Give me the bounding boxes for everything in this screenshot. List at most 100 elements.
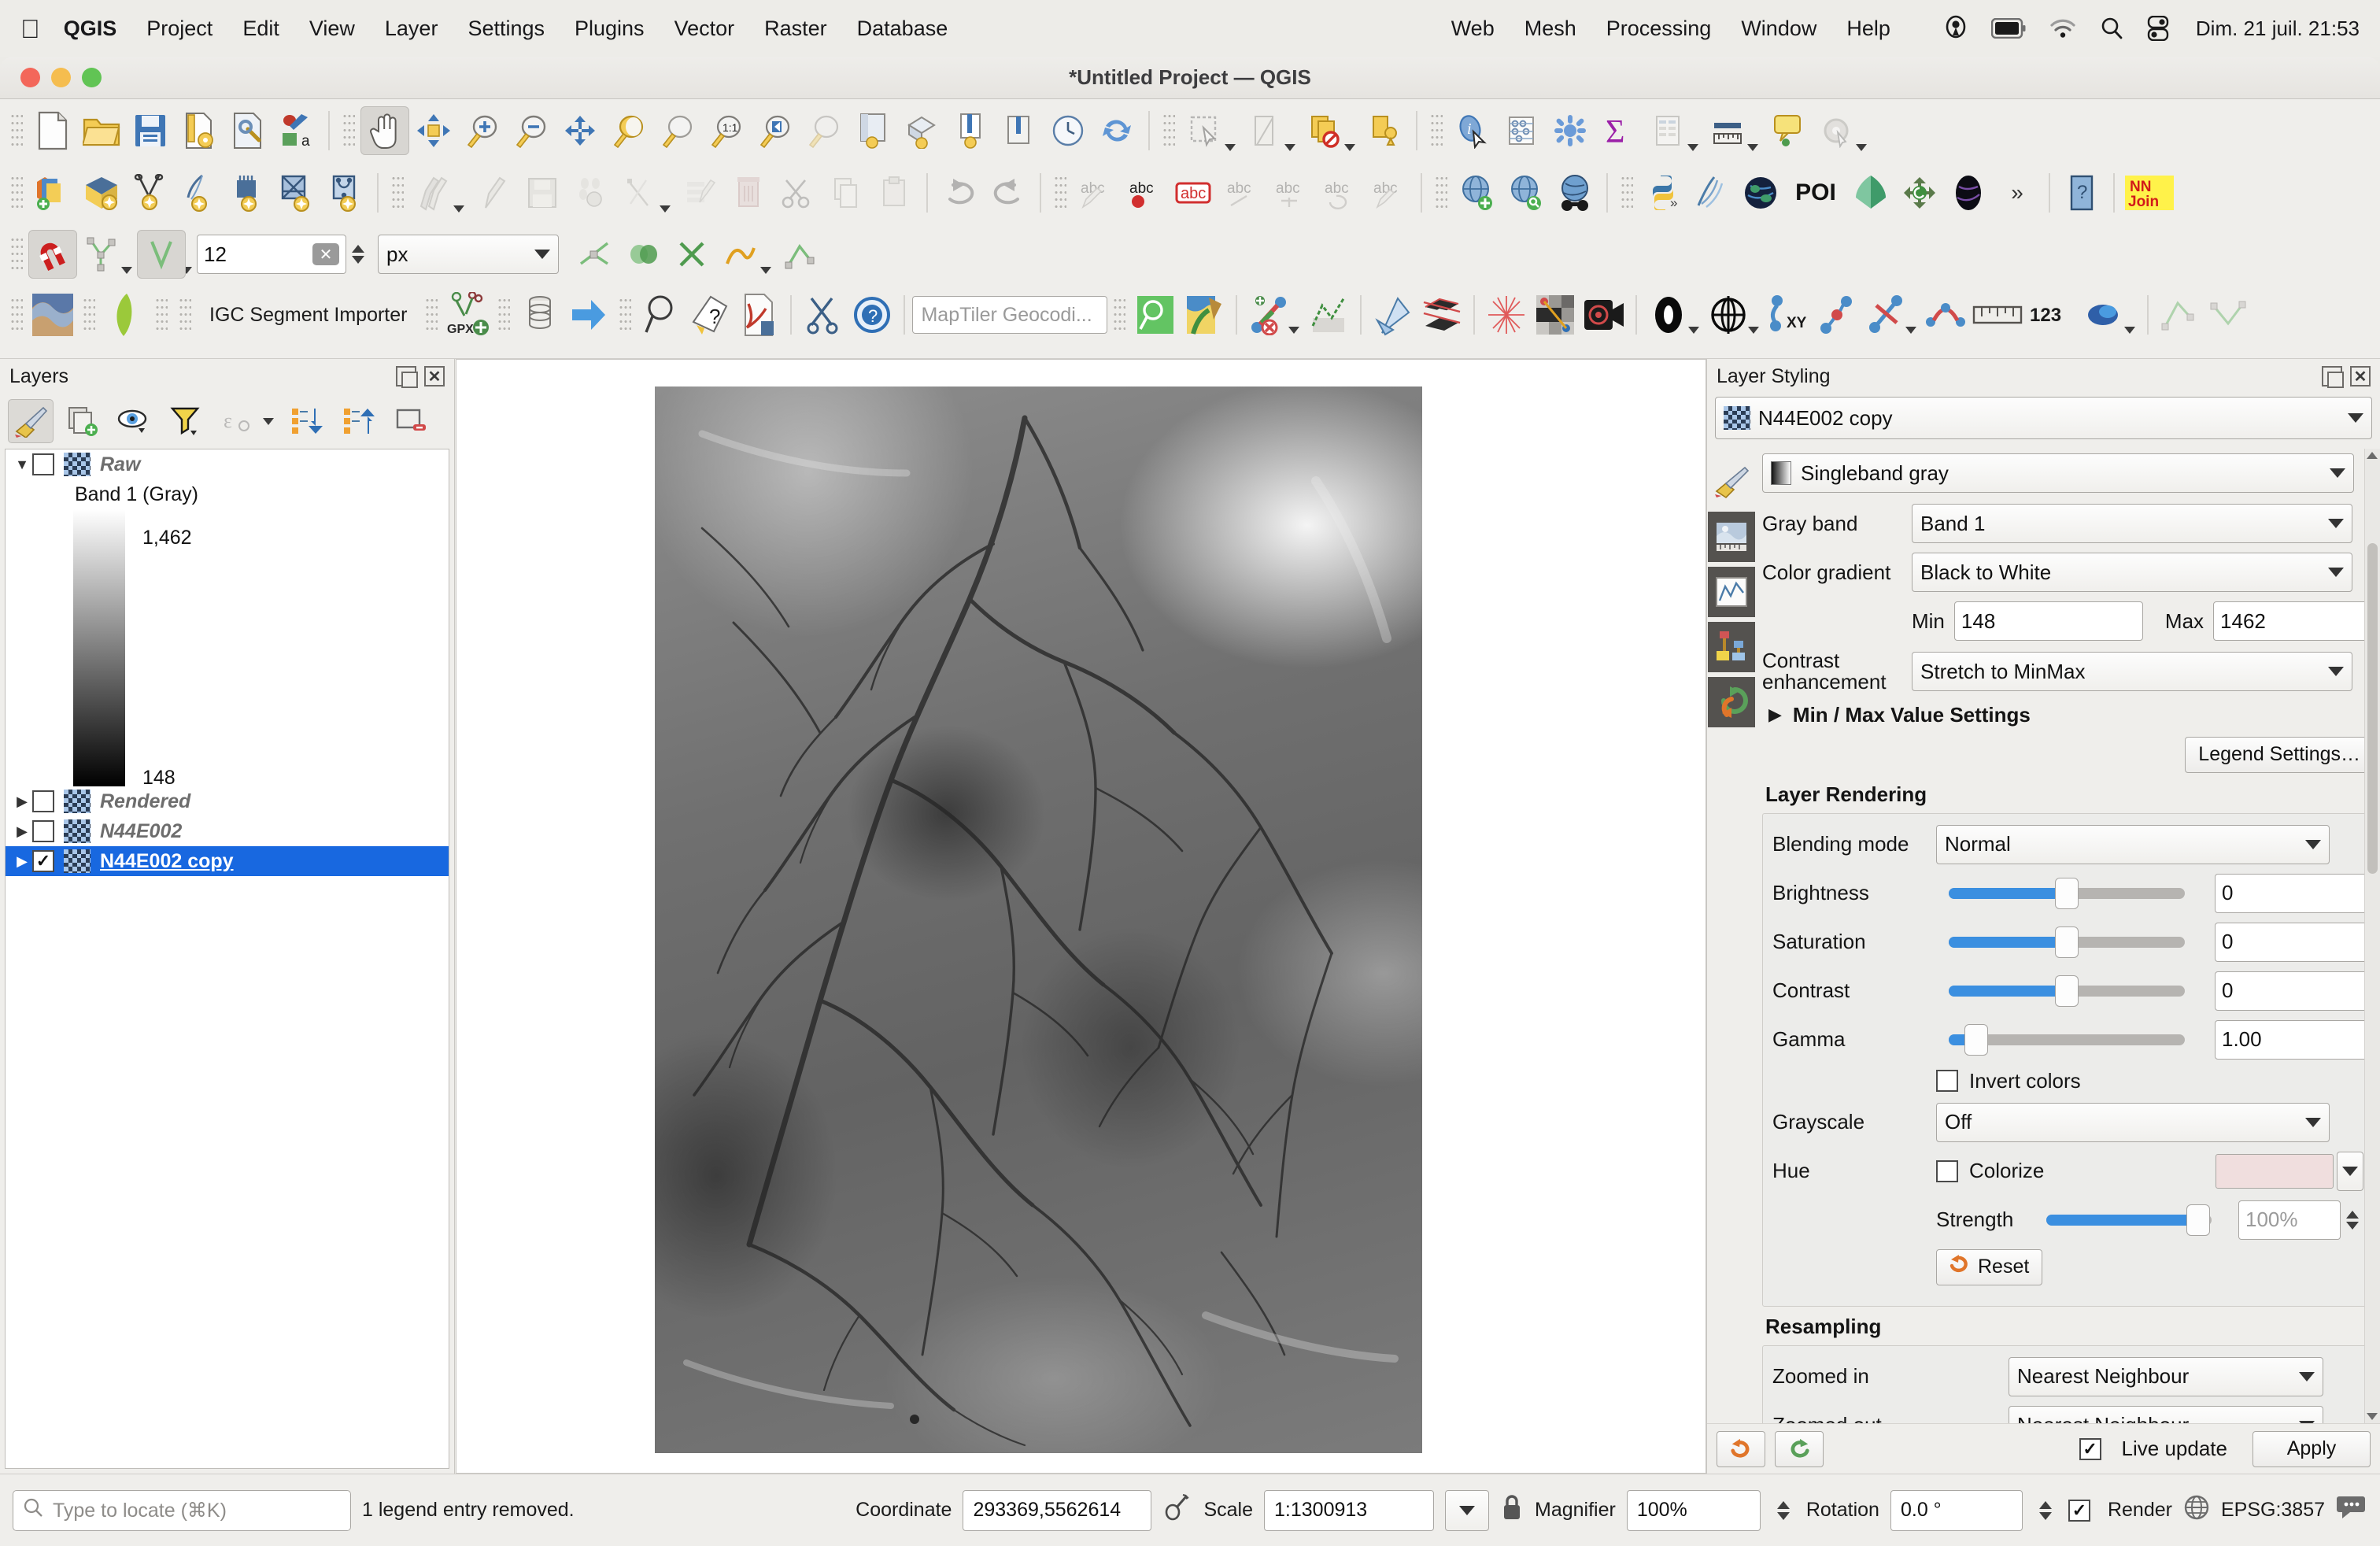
- layer-selector-dropdown[interactable]: N44E002 copy: [1715, 397, 2372, 439]
- expand-toggle-icon[interactable]: ▶: [12, 823, 32, 840]
- enable-snapping-button[interactable]: [28, 230, 77, 279]
- add-group-button[interactable]: [60, 399, 105, 443]
- profile-tool-button[interactable]: [1244, 290, 1293, 339]
- zoom-to-selection-button[interactable]: [604, 106, 653, 155]
- menu-processing[interactable]: Processing: [1606, 17, 1712, 41]
- pin-labels-button[interactable]: abc: [1170, 168, 1218, 217]
- layers-tree[interactable]: ▼ Raw Band 1 (Gray) 1,462 148 ▶ Rendered: [5, 449, 449, 1469]
- zoom-last-button[interactable]: [751, 106, 800, 155]
- contrast-enhancement-select[interactable]: Stretch to MinMax: [1912, 652, 2352, 692]
- apply-button[interactable]: Apply: [2252, 1430, 2371, 1467]
- add-spatialite-layer-button[interactable]: [321, 168, 370, 217]
- zoom-native-button[interactable]: 1:1: [702, 106, 751, 155]
- help-plugin-button[interactable]: ?: [2057, 168, 2106, 217]
- map-tips-button[interactable]: [1763, 106, 1812, 155]
- database-plugin-button[interactable]: [516, 290, 564, 339]
- minmax-settings-row[interactable]: ▶ Min / Max Value Settings: [1768, 703, 2374, 727]
- modify-attributes-button[interactable]: [675, 168, 724, 217]
- burst-plugin-button[interactable]: [1482, 290, 1531, 339]
- histogram-icon[interactable]: [1708, 567, 1755, 617]
- scale-dropdown[interactable]: [1445, 1489, 1490, 1531]
- magnifier-stepper[interactable]: [1772, 1491, 1795, 1530]
- menu-qgis[interactable]: QGIS: [64, 17, 117, 41]
- undock-panel-icon[interactable]: [396, 366, 418, 388]
- poi-plugin-button[interactable]: POI: [1785, 168, 1846, 217]
- rotate-label-button[interactable]: abc: [1316, 168, 1365, 217]
- snapping-tolerance-stepper[interactable]: [346, 235, 370, 274]
- crs-globe-icon[interactable]: [2183, 1493, 2210, 1527]
- toolbar-grip[interactable]: [179, 297, 191, 333]
- move-label-button[interactable]: abc: [1267, 168, 1316, 217]
- snapping-mode-button[interactable]: [77, 230, 126, 279]
- render-checkbox[interactable]: ✓: [2068, 1499, 2090, 1522]
- manage-map-themes-button[interactable]: [112, 399, 157, 443]
- map-style-button[interactable]: [1180, 290, 1229, 339]
- snapping-tolerance-input[interactable]: 12 ✕: [197, 235, 346, 274]
- field-calculator-button[interactable]: [1546, 106, 1595, 155]
- toolbar-grip[interactable]: [1621, 175, 1633, 211]
- zoom-full-button[interactable]: [556, 106, 604, 155]
- zoomed-in-select[interactable]: Nearest Neighbour: [2009, 1356, 2323, 1396]
- layout-manager-button[interactable]: [995, 106, 1044, 155]
- zoom-out-button[interactable]: [507, 106, 556, 155]
- grid-plugin-button[interactable]: [1531, 290, 1580, 339]
- max-input[interactable]: 1462: [2213, 601, 2380, 641]
- gray-band-select[interactable]: Band 1: [1912, 504, 2352, 543]
- menu-database[interactable]: Database: [857, 17, 948, 41]
- select-features-button[interactable]: [1181, 106, 1229, 155]
- search-pl/ugin-button[interactable]: [637, 290, 686, 339]
- layer-visibility-checkbox[interactable]: [32, 820, 54, 842]
- toolbar-grip[interactable]: [83, 297, 95, 333]
- transparency-icon[interactable]: [1708, 512, 1755, 562]
- save-layer-edits-button[interactable]: [518, 168, 567, 217]
- menu-window[interactable]: Window: [1741, 17, 1816, 41]
- snapping-type-button[interactable]: [137, 230, 186, 279]
- layer-visibility-checkbox[interactable]: ✓: [32, 850, 54, 872]
- paste-features-button[interactable]: [870, 168, 919, 217]
- terrain-profile-plugin-button[interactable]: [28, 290, 77, 339]
- rendering-icon[interactable]: [1708, 622, 1755, 672]
- pdf-plugin-button[interactable]: [734, 290, 783, 339]
- toolbar-grip[interactable]: [10, 175, 23, 211]
- saturation-slider[interactable]: [1949, 926, 2185, 958]
- add-wfs-layer-button[interactable]: [1502, 168, 1550, 217]
- zoomed-out-select[interactable]: Nearest Neighbour: [2009, 1405, 2323, 1423]
- save-project-button[interactable]: [126, 106, 175, 155]
- expand-toggle-icon[interactable]: ▼: [12, 457, 32, 473]
- toolbar-grip[interactable]: [10, 236, 23, 272]
- blending-mode-select[interactable]: Normal: [1936, 824, 2330, 864]
- layer-tree-item-n44e002-copy[interactable]: ▶ ✓ N44E002 copy: [6, 846, 449, 876]
- globe-grid-button[interactable]: [1704, 290, 1753, 339]
- menu-settings[interactable]: Settings: [468, 17, 545, 41]
- colorize-color-swatch[interactable]: [2216, 1153, 2334, 1189]
- toolbar-grip[interactable]: [425, 297, 438, 333]
- coordinate-input[interactable]: 293369,5562614: [963, 1489, 1152, 1531]
- highlight-pinned-labels-button[interactable]: abc: [1121, 168, 1170, 217]
- camera-plugin-button[interactable]: [1580, 290, 1628, 339]
- scrollbar-thumb[interactable]: [2367, 543, 2378, 874]
- brightness-input[interactable]: 0: [2215, 873, 2372, 913]
- color-tool-button[interactable]: [2080, 290, 2129, 339]
- menu-help[interactable]: Help: [1846, 17, 1890, 41]
- menu-mesh[interactable]: Mesh: [1524, 17, 1576, 41]
- snapping-self-button[interactable]: [667, 230, 716, 279]
- open-project-button[interactable]: [77, 106, 126, 155]
- layer-tree-item-rendered[interactable]: ▶ Rendered: [6, 786, 449, 816]
- new-3d-map-view-button[interactable]: [897, 106, 946, 155]
- menu-edit[interactable]: Edit: [242, 17, 279, 41]
- colorize-checkbox[interactable]: [1936, 1160, 1958, 1182]
- toolbar-grip[interactable]: [10, 113, 23, 149]
- measure-line-button[interactable]: [1703, 106, 1752, 155]
- scale-input[interactable]: 1:1300913: [1264, 1489, 1435, 1531]
- toolbar-grip[interactable]: [342, 113, 355, 149]
- menu-view[interactable]: View: [309, 17, 355, 41]
- lock-icon[interactable]: [1500, 1492, 1524, 1528]
- toolbar-grip[interactable]: [619, 297, 632, 333]
- statistical-summary-button[interactable]: Σ: [1595, 106, 1643, 155]
- toolbar-grip[interactable]: [1430, 113, 1443, 149]
- expand-triangle-icon[interactable]: ▶: [1768, 705, 1782, 725]
- numbers-tool-button[interactable]: 123: [2025, 290, 2080, 339]
- ruler-tool-button[interactable]: [1970, 290, 2025, 339]
- menu-plugins[interactable]: Plugins: [575, 17, 645, 41]
- enable-tracing-button[interactable]: [716, 230, 765, 279]
